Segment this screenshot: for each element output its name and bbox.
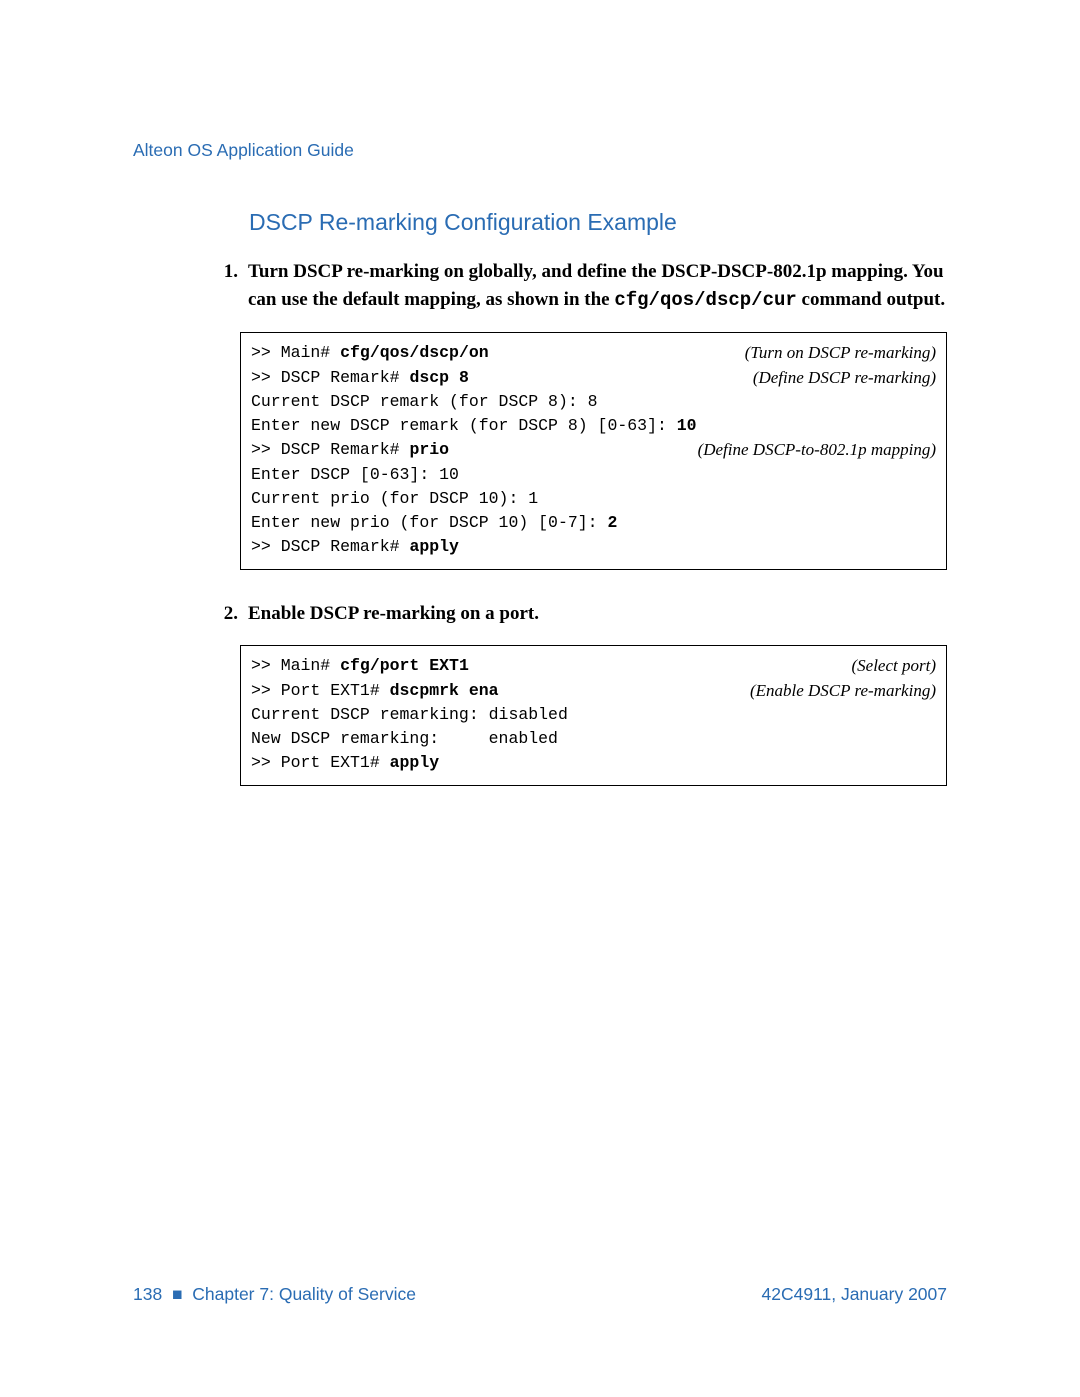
codebox-2: >> Main# cfg/port EXT1 (Select port) >> …	[240, 645, 947, 786]
c2-l2-prompt: >> Port EXT1#	[251, 681, 390, 700]
c1-l5-annot: (Define DSCP-to-802.1p mapping)	[680, 438, 936, 463]
page-footer: 138 ■ Chapter 7: Quality of Service 42C4…	[133, 1284, 947, 1305]
c1-l9-cmd: apply	[409, 537, 459, 556]
step-1-text-post: command output.	[797, 289, 945, 310]
c1-l2-cmd: dscp 8	[409, 368, 468, 387]
step-1-text: Turn DSCP re-marking on globally, and de…	[248, 258, 947, 314]
c2-l1-cmd: cfg/port EXT1	[340, 656, 469, 675]
footer-sep-icon: ■	[172, 1284, 183, 1304]
c1-l5-cmd: prio	[409, 440, 449, 459]
c1-l2-prompt: >> DSCP Remark#	[251, 368, 409, 387]
footer-docref: 42C4911, January 2007	[761, 1284, 947, 1305]
running-header: Alteon OS Application Guide	[133, 140, 947, 161]
step-1: 1. Turn DSCP re-marking on globally, and…	[218, 258, 947, 570]
c2-l2-annot: (Enable DSCP re-marking)	[732, 679, 936, 704]
c1-l1-annot: (Turn on DSCP re-marking)	[727, 341, 936, 366]
c1-l8-pre: Enter new prio (for DSCP 10) [0-7]:	[251, 513, 607, 532]
footer-chapter: Chapter 7: Quality of Service	[192, 1284, 416, 1304]
c2-l3: Current DSCP remarking: disabled	[251, 703, 568, 727]
footer-page-num: 138	[133, 1284, 162, 1304]
c1-l2-annot: (Define DSCP re-marking)	[735, 366, 936, 391]
step-1-text-cmd: cfg/qos/dscp/cur	[614, 289, 796, 311]
c1-l9-prompt: >> DSCP Remark#	[251, 537, 409, 556]
c1-l4-pre: Enter new DSCP remark (for DSCP 8) [0-63…	[251, 416, 677, 435]
c1-l3: Current DSCP remark (for DSCP 8): 8	[251, 390, 598, 414]
c1-l1-cmd: cfg/qos/dscp/on	[340, 343, 489, 362]
step-1-number: 1.	[218, 258, 248, 314]
c2-l1-annot: (Select port)	[834, 654, 937, 679]
c1-l6: Enter DSCP [0-63]: 10	[251, 463, 459, 487]
c2-l5-cmd: apply	[390, 753, 440, 772]
c1-l1-prompt: >> Main#	[251, 343, 340, 362]
c2-l4: New DSCP remarking: enabled	[251, 727, 558, 751]
step-2: 2. Enable DSCP re-marking on a port. >> …	[218, 600, 947, 787]
step-2-number: 2.	[218, 600, 248, 628]
c1-l4-bold: 10	[677, 416, 697, 435]
c1-l7: Current prio (for DSCP 10): 1	[251, 487, 538, 511]
codebox-1: >> Main# cfg/qos/dscp/on (Turn on DSCP r…	[240, 332, 947, 569]
c2-l2-cmd: dscpmrk ena	[390, 681, 499, 700]
c1-l8-bold: 2	[607, 513, 617, 532]
c2-l1-prompt: >> Main#	[251, 656, 340, 675]
step-2-text: Enable DSCP re-marking on a port.	[248, 600, 947, 628]
c2-l5-prompt: >> Port EXT1#	[251, 753, 390, 772]
section-heading: DSCP Re-marking Configuration Example	[249, 209, 947, 236]
c1-l5-prompt: >> DSCP Remark#	[251, 440, 409, 459]
